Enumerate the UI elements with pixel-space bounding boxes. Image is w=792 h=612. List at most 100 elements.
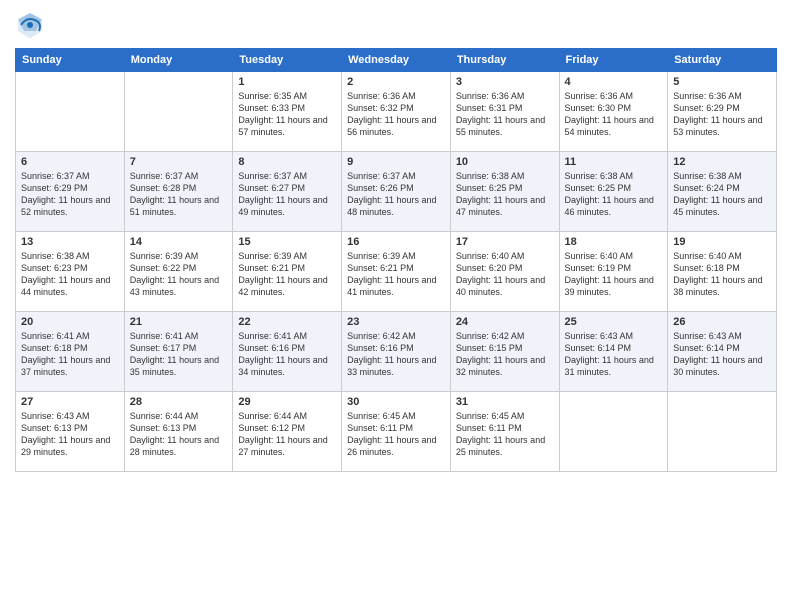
- day-number: 17: [456, 236, 554, 248]
- day-info: Sunrise: 6:42 AMSunset: 6:16 PMDaylight:…: [347, 330, 445, 379]
- day-number: 11: [565, 156, 663, 168]
- calendar-cell: 3 Sunrise: 6:36 AMSunset: 6:31 PMDaylight…: [450, 72, 559, 152]
- calendar-cell: 26 Sunrise: 6:43 AMSunset: 6:14 PMDayligh…: [668, 312, 777, 392]
- calendar-cell: 24Sunrise: 6:42 AMSunset: 6:15 PMDayligh…: [450, 312, 559, 392]
- day-info: Sunrise: 6:43 AMSunset: 6:14 PMDaylight:…: [565, 330, 663, 379]
- calendar-cell: 2 Sunrise: 6:36 AMSunset: 6:32 PMDaylight…: [342, 72, 451, 152]
- calendar-cell: 12 Sunrise: 6:38 AMSunset: 6:24 PMDayligh…: [668, 152, 777, 232]
- weekday-header-wednesday: Wednesday: [342, 49, 451, 72]
- day-number: 27: [21, 396, 119, 408]
- weekday-header-saturday: Saturday: [668, 49, 777, 72]
- day-info: Sunrise: 6:37 AMSunset: 6:26 PMDaylight:…: [347, 170, 445, 219]
- day-number: 23: [347, 316, 445, 328]
- calendar-cell: 17 Sunrise: 6:40 AMSunset: 6:20 PMDayligh…: [450, 232, 559, 312]
- day-info: Sunrise: 6:38 AMSunset: 6:24 PMDaylight:…: [673, 170, 771, 219]
- week-row-4: 27 Sunrise: 6:43 AMSunset: 6:13 PMDayligh…: [16, 392, 777, 472]
- day-info: Sunrise: 6:45 AMSunset: 6:11 PMDaylight:…: [347, 410, 445, 459]
- week-row-2: 13 Sunrise: 6:38 AMSunset: 6:23 PMDayligh…: [16, 232, 777, 312]
- day-number: 6: [21, 156, 119, 168]
- day-number: 31: [456, 396, 554, 408]
- day-info: Sunrise: 6:43 AMSunset: 6:13 PMDaylight:…: [21, 410, 119, 459]
- day-number: 7: [130, 156, 228, 168]
- calendar-cell: 15 Sunrise: 6:39 AMSunset: 6:21 PMDayligh…: [233, 232, 342, 312]
- weekday-header-friday: Friday: [559, 49, 668, 72]
- day-info: Sunrise: 6:41 AMSunset: 6:18 PMDaylight:…: [21, 330, 119, 379]
- day-number: 25: [565, 316, 663, 328]
- day-info: Sunrise: 6:36 AMSunset: 6:30 PMDaylight:…: [565, 90, 663, 139]
- day-info: Sunrise: 6:40 AMSunset: 6:18 PMDaylight:…: [673, 250, 771, 299]
- day-number: 12: [673, 156, 771, 168]
- day-number: 3: [456, 76, 554, 88]
- calendar-cell: 29 Sunrise: 6:44 AMSunset: 6:12 PMDayligh…: [233, 392, 342, 472]
- day-info: Sunrise: 6:39 AMSunset: 6:21 PMDaylight:…: [238, 250, 336, 299]
- calendar-cell: 28 Sunrise: 6:44 AMSunset: 6:13 PMDayligh…: [124, 392, 233, 472]
- day-number: 30: [347, 396, 445, 408]
- calendar-cell: 4 Sunrise: 6:36 AMSunset: 6:30 PMDaylight…: [559, 72, 668, 152]
- calendar-cell: 6 Sunrise: 6:37 AMSunset: 6:29 PMDaylight…: [16, 152, 125, 232]
- day-info: Sunrise: 6:39 AMSunset: 6:21 PMDaylight:…: [347, 250, 445, 299]
- calendar-cell: 7 Sunrise: 6:37 AMSunset: 6:28 PMDaylight…: [124, 152, 233, 232]
- calendar-cell: 18Sunrise: 6:40 AMSunset: 6:19 PMDayligh…: [559, 232, 668, 312]
- day-number: 9: [347, 156, 445, 168]
- day-number: 4: [565, 76, 663, 88]
- day-info: Sunrise: 6:36 AMSunset: 6:29 PMDaylight:…: [673, 90, 771, 139]
- calendar-cell: 30 Sunrise: 6:45 AMSunset: 6:11 PMDayligh…: [342, 392, 451, 472]
- day-info: Sunrise: 6:44 AMSunset: 6:13 PMDaylight:…: [130, 410, 228, 459]
- day-number: 2: [347, 76, 445, 88]
- day-info: Sunrise: 6:37 AMSunset: 6:28 PMDaylight:…: [130, 170, 228, 219]
- day-number: 18: [565, 236, 663, 248]
- day-number: 1: [238, 76, 336, 88]
- day-info: Sunrise: 6:36 AMSunset: 6:32 PMDaylight:…: [347, 90, 445, 139]
- logo-icon: [15, 10, 45, 40]
- day-info: Sunrise: 6:44 AMSunset: 6:12 PMDaylight:…: [238, 410, 336, 459]
- day-info: Sunrise: 6:41 AMSunset: 6:17 PMDaylight:…: [130, 330, 228, 379]
- day-number: 21: [130, 316, 228, 328]
- day-number: 22: [238, 316, 336, 328]
- week-row-1: 6 Sunrise: 6:37 AMSunset: 6:29 PMDaylight…: [16, 152, 777, 232]
- day-info: Sunrise: 6:35 AMSunset: 6:33 PMDaylight:…: [238, 90, 336, 139]
- weekday-header-monday: Monday: [124, 49, 233, 72]
- week-row-3: 20 Sunrise: 6:41 AMSunset: 6:18 PMDayligh…: [16, 312, 777, 392]
- weekday-header-thursday: Thursday: [450, 49, 559, 72]
- day-info: Sunrise: 6:45 AMSunset: 6:11 PMDaylight:…: [456, 410, 554, 459]
- calendar-cell: 5Sunrise: 6:36 AMSunset: 6:29 PMDaylight…: [668, 72, 777, 152]
- calendar-cell: 1 Sunrise: 6:35 AMSunset: 6:33 PMDaylight…: [233, 72, 342, 152]
- calendar-cell: 20 Sunrise: 6:41 AMSunset: 6:18 PMDayligh…: [16, 312, 125, 392]
- day-info: Sunrise: 6:38 AMSunset: 6:23 PMDaylight:…: [21, 250, 119, 299]
- day-number: 14: [130, 236, 228, 248]
- day-info: Sunrise: 6:41 AMSunset: 6:16 PMDaylight:…: [238, 330, 336, 379]
- day-number: 8: [238, 156, 336, 168]
- day-number: 24: [456, 316, 554, 328]
- calendar-cell: 10 Sunrise: 6:38 AMSunset: 6:25 PMDayligh…: [450, 152, 559, 232]
- calendar-cell: 25 Sunrise: 6:43 AMSunset: 6:14 PMDayligh…: [559, 312, 668, 392]
- calendar-cell: [559, 392, 668, 472]
- calendar-cell: [668, 392, 777, 472]
- day-info: Sunrise: 6:37 AMSunset: 6:29 PMDaylight:…: [21, 170, 119, 219]
- calendar-cell: 13 Sunrise: 6:38 AMSunset: 6:23 PMDayligh…: [16, 232, 125, 312]
- day-number: 10: [456, 156, 554, 168]
- day-number: 28: [130, 396, 228, 408]
- day-info: Sunrise: 6:40 AMSunset: 6:20 PMDaylight:…: [456, 250, 554, 299]
- day-number: 15: [238, 236, 336, 248]
- day-number: 26: [673, 316, 771, 328]
- calendar-cell: [16, 72, 125, 152]
- day-number: 19: [673, 236, 771, 248]
- week-row-0: 1 Sunrise: 6:35 AMSunset: 6:33 PMDaylight…: [16, 72, 777, 152]
- calendar-cell: [124, 72, 233, 152]
- weekday-header-sunday: Sunday: [16, 49, 125, 72]
- calendar-cell: 16Sunrise: 6:39 AMSunset: 6:21 PMDayligh…: [342, 232, 451, 312]
- calendar-cell: 27 Sunrise: 6:43 AMSunset: 6:13 PMDayligh…: [16, 392, 125, 472]
- header: [15, 10, 777, 40]
- day-info: Sunrise: 6:38 AMSunset: 6:25 PMDaylight:…: [565, 170, 663, 219]
- calendar-cell: 9 Sunrise: 6:37 AMSunset: 6:26 PMDaylight…: [342, 152, 451, 232]
- day-number: 13: [21, 236, 119, 248]
- day-info: Sunrise: 6:37 AMSunset: 6:27 PMDaylight:…: [238, 170, 336, 219]
- day-info: Sunrise: 6:36 AMSunset: 6:31 PMDaylight:…: [456, 90, 554, 139]
- calendar-cell: 31 Sunrise: 6:45 AMSunset: 6:11 PMDayligh…: [450, 392, 559, 472]
- page: SundayMondayTuesdayWednesdayThursdayFrid…: [0, 0, 792, 612]
- day-info: Sunrise: 6:43 AMSunset: 6:14 PMDaylight:…: [673, 330, 771, 379]
- day-number: 29: [238, 396, 336, 408]
- weekday-header-tuesday: Tuesday: [233, 49, 342, 72]
- day-number: 20: [21, 316, 119, 328]
- day-info: Sunrise: 6:38 AMSunset: 6:25 PMDaylight:…: [456, 170, 554, 219]
